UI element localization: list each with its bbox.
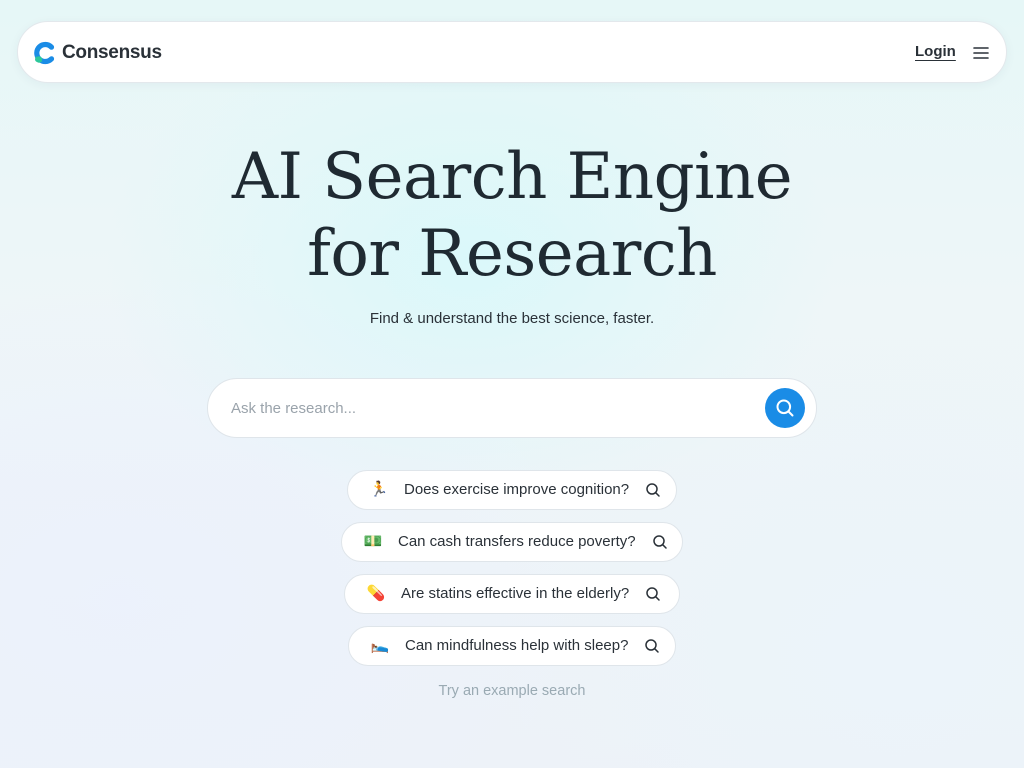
- search-submit-button[interactable]: [765, 388, 805, 428]
- search-icon: [645, 586, 661, 602]
- bed-emoji-icon: 🛌: [370, 637, 390, 654]
- example-search-chip[interactable]: 🛌 Can mindfulness help with sleep?: [348, 626, 676, 666]
- money-emoji-icon: 💵: [363, 533, 383, 550]
- consensus-logo-icon: [34, 41, 55, 65]
- example-search-chip[interactable]: 💵 Can cash transfers reduce poverty?: [341, 522, 683, 562]
- search-input[interactable]: [231, 396, 751, 420]
- hero-title-line-2: for Research: [307, 217, 717, 291]
- login-link[interactable]: Login: [915, 41, 956, 63]
- example-search-text: Can mindfulness help with sleep?: [405, 637, 629, 654]
- hero-subtitle: Find & understand the best science, fast…: [369, 310, 655, 327]
- hero-title: AI Search Engine for Research: [0, 139, 1024, 293]
- try-example-search-link[interactable]: Try an example search: [0, 681, 1024, 701]
- search-icon: [644, 638, 660, 654]
- search-icon: [776, 399, 794, 417]
- brand-name: Consensus: [62, 42, 162, 63]
- example-search-chip[interactable]: 🏃 Does exercise improve cognition?: [347, 470, 677, 510]
- hamburger-menu-icon[interactable]: [972, 44, 990, 62]
- hero-title-line-1: AI Search Engine: [231, 140, 793, 214]
- example-search-text: Are statins effective in the elderly?: [401, 585, 630, 602]
- pill-emoji-icon: 💊: [366, 585, 386, 602]
- search-icon: [652, 534, 668, 550]
- example-search-text: Does exercise improve cognition?: [404, 481, 630, 498]
- search-bar: [207, 378, 817, 438]
- example-search-text: Can cash transfers reduce poverty?: [398, 533, 636, 550]
- search-icon: [645, 482, 661, 498]
- brand[interactable]: Consensus: [32, 40, 162, 66]
- top-navbar: Consensus Login: [17, 21, 1007, 83]
- example-search-chip[interactable]: 💊 Are statins effective in the elderly?: [344, 574, 680, 614]
- running-emoji-icon: 🏃: [369, 481, 389, 498]
